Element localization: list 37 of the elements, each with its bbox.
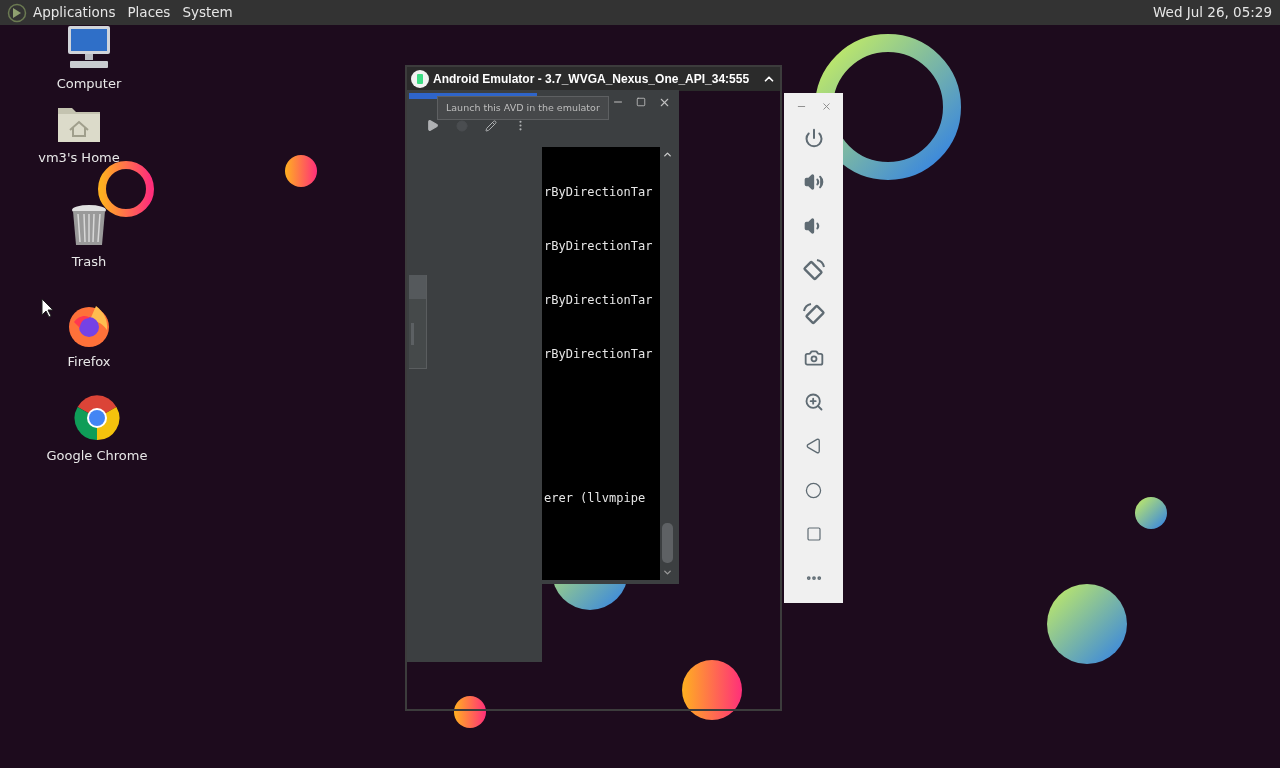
launch-icon[interactable]: [426, 119, 439, 132]
scrollbar[interactable]: [409, 275, 427, 369]
android-app-icon: [411, 70, 429, 88]
tooltip: Launch this AVD in the emulator: [437, 96, 609, 120]
log-line: rByDirectionTar: [544, 238, 654, 254]
home-icon[interactable]: [805, 481, 822, 499]
mouse-pointer-icon: [41, 298, 53, 318]
scroll-up-icon[interactable]: [662, 149, 673, 160]
desktop-icon-label[interactable]: vm3's Home: [38, 148, 120, 168]
log-line: rByDirectionTar: [544, 184, 654, 200]
scroll-thumb[interactable]: [662, 523, 673, 563]
back-icon[interactable]: [804, 437, 823, 455]
close-icon[interactable]: [820, 100, 832, 112]
panel-menu[interactable]: Applications: [33, 2, 116, 23]
power-icon[interactable]: [803, 128, 824, 148]
clock[interactable]: Wed Jul 26, 05:29: [1153, 2, 1273, 23]
log-line: rByDirectionTar: [544, 292, 654, 308]
rotate-right-icon[interactable]: [801, 302, 826, 326]
trash-icon: [70, 204, 108, 248]
edit-icon[interactable]: [485, 119, 497, 132]
panel-menu[interactable]: System: [182, 2, 233, 23]
camera-icon[interactable]: [803, 348, 824, 368]
desktop-icon-label[interactable]: Trash: [71, 252, 107, 272]
volume-up-icon[interactable]: [803, 172, 824, 192]
desktop-icon-label[interactable]: Firefox: [67, 352, 111, 372]
maximize-icon[interactable]: [636, 97, 646, 107]
chrome-icon: [73, 394, 121, 442]
panel-menu[interactable]: Places: [127, 2, 171, 23]
log-line: rByDirectionTar: [544, 346, 654, 362]
desktop-icon-label[interactable]: Computer: [56, 74, 122, 94]
scroll-down-icon[interactable]: [662, 567, 673, 578]
log-line: erer (llvmpipe: [544, 490, 647, 506]
zoom-icon[interactable]: [803, 392, 824, 412]
window-title: Android Emulator - 3.7_WVGA_Nexus_One_API_34:555: [433, 71, 750, 88]
rotate-left-icon[interactable]: [801, 258, 826, 282]
logo-icon[interactable]: [7, 2, 27, 23]
desktop-icon-label[interactable]: Google Chrome: [46, 446, 148, 466]
